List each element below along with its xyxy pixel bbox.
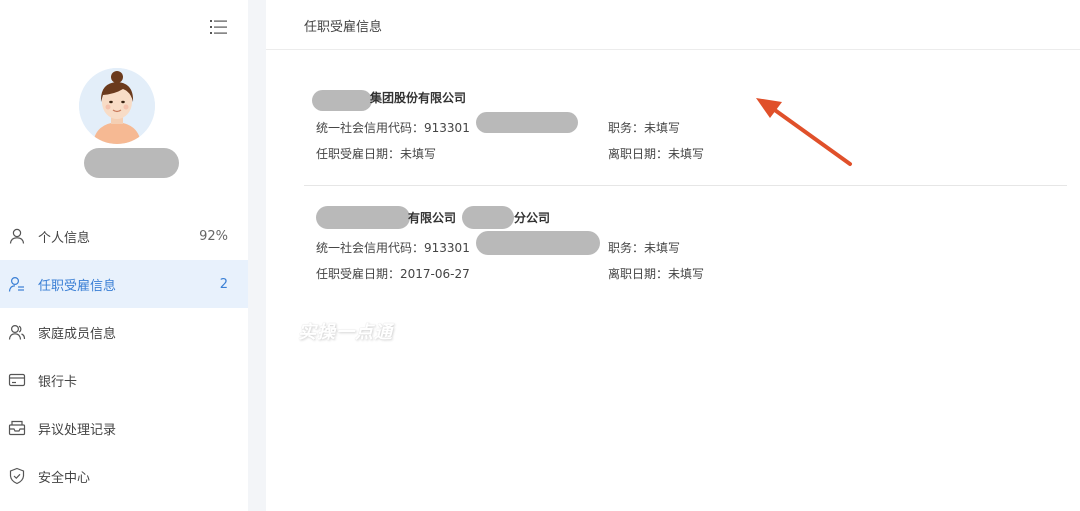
female-avatar-icon (79, 68, 155, 144)
sidebar-item-employment-info[interactable]: 任职受雇信息 2 (0, 260, 248, 308)
main-content: 任职受雇信息 集团股份有限公司 统一社会信用代码：913301 职务：未填写 任… (266, 0, 1080, 511)
company-name-part: 分公司 (514, 211, 551, 225)
sidebar-item-family-info[interactable]: 家庭成员信息 (0, 308, 248, 356)
completion-percent: 92% (199, 228, 228, 244)
company-name-part: 有限公司 (408, 211, 457, 225)
credit-code-value: 913301 (424, 241, 470, 255)
position-row: 职务：未填写 (608, 239, 680, 256)
page-title: 任职受雇信息 (304, 20, 383, 35)
employment-count: 2 (219, 276, 228, 292)
redacted-block (312, 90, 372, 111)
sidebar-item-security-center[interactable]: 安全中心 (0, 452, 248, 500)
credit-code-value: 913301 (424, 121, 470, 135)
position-row: 职务：未填写 (608, 119, 680, 136)
company-divider (304, 185, 1067, 186)
hire-date-value: 2017-06-27 (400, 267, 470, 281)
hire-date-label: 任职受雇日期： (316, 267, 401, 281)
sidebar-item-label: 个人信息 (38, 230, 91, 246)
sidebar-item-label: 家庭成员信息 (38, 326, 117, 342)
hire-date-label: 任职受雇日期： (316, 147, 401, 161)
user-list-icon (8, 275, 26, 293)
leave-date-label: 离职日期： (608, 267, 669, 281)
sidebar: 个人信息 92% 任职受雇信息 2 家庭成员信息 银行卡 异议处理记录 安全中心 (0, 0, 248, 511)
position-value: 未填写 (644, 121, 681, 135)
shield-icon (8, 467, 26, 485)
username-redacted (84, 148, 179, 178)
sidebar-item-label: 任职受雇信息 (38, 278, 117, 294)
bank-card-icon (8, 371, 26, 389)
hire-date-value: 未填写 (400, 147, 437, 161)
sidebar-item-label: 银行卡 (38, 374, 78, 390)
watermark: 实操一点通 (298, 322, 393, 343)
credit-code-label: 统一社会信用代码： (316, 241, 425, 255)
credit-code-label: 统一社会信用代码： (316, 121, 425, 135)
position-label: 职务： (608, 241, 645, 255)
list-menu-icon[interactable] (209, 18, 229, 36)
hire-date-row: 任职受雇日期：未填写 (316, 145, 436, 162)
credit-code-row: 统一社会信用代码：913301 (316, 119, 470, 136)
leave-date-row: 离职日期：未填写 (608, 145, 704, 162)
sidebar-item-personal-info[interactable]: 个人信息 92% (0, 212, 248, 260)
avatar[interactable] (79, 68, 155, 144)
company-name: 集团股份有限公司 (370, 91, 467, 105)
layout-gutter (248, 0, 266, 511)
header-divider (266, 49, 1080, 50)
leave-date-value: 未填写 (668, 147, 705, 161)
sidebar-nav: 个人信息 92% 任职受雇信息 2 家庭成员信息 银行卡 异议处理记录 安全中心 (0, 212, 248, 500)
redacted-block (462, 206, 514, 229)
inbox-icon (8, 419, 26, 437)
sidebar-item-label: 安全中心 (38, 470, 91, 486)
leave-date-row: 离职日期：未填写 (608, 265, 704, 282)
position-value: 未填写 (644, 241, 681, 255)
leave-date-value: 未填写 (668, 267, 705, 281)
sidebar-item-label: 异议处理记录 (38, 422, 117, 438)
sidebar-item-bank-card[interactable]: 银行卡 (0, 356, 248, 404)
user-icon (8, 227, 26, 245)
redacted-block (316, 206, 410, 229)
leave-date-label: 离职日期： (608, 147, 669, 161)
credit-code-row: 统一社会信用代码：913301 (316, 239, 470, 256)
family-icon (8, 323, 26, 341)
annotation-arrow-icon (756, 98, 852, 166)
hire-date-row: 任职受雇日期：2017-06-27 (316, 265, 470, 282)
redacted-block (476, 112, 578, 133)
redacted-block (476, 231, 600, 255)
sidebar-item-dispute-records[interactable]: 异议处理记录 (0, 404, 248, 452)
position-label: 职务： (608, 121, 645, 135)
